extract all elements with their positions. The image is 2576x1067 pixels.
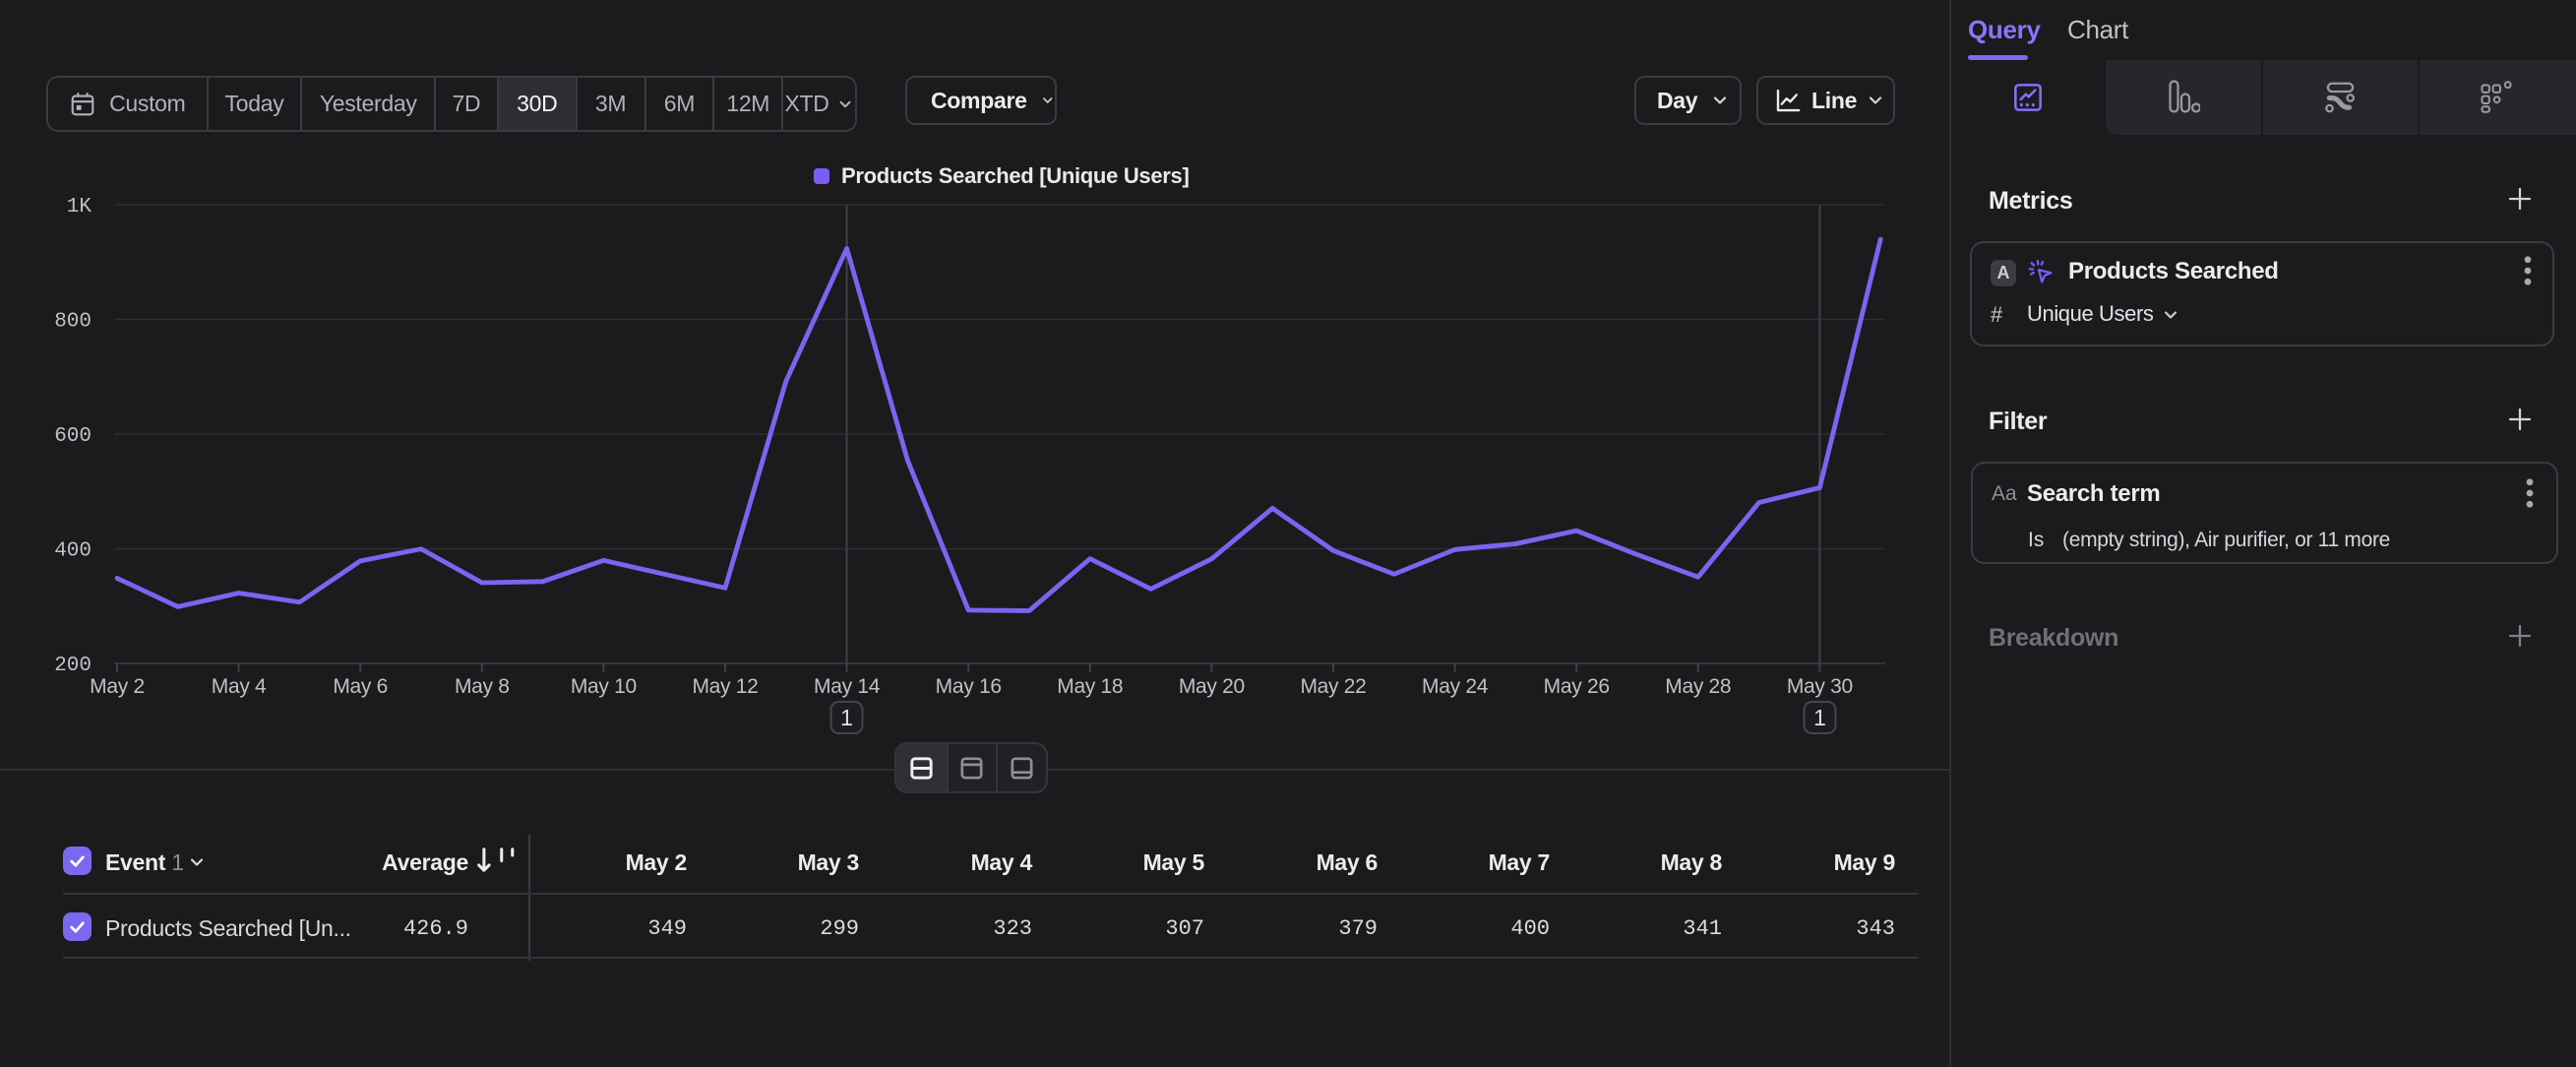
svg-text:May 6: May 6 xyxy=(333,675,388,698)
svg-text:May 10: May 10 xyxy=(571,675,637,698)
svg-text:May 8: May 8 xyxy=(455,675,510,698)
svg-text:May 28: May 28 xyxy=(1665,675,1731,698)
svg-text:May 20: May 20 xyxy=(1179,675,1245,698)
svg-text:May 4: May 4 xyxy=(212,675,267,698)
svg-text:May 30: May 30 xyxy=(1787,675,1853,698)
svg-text:1: 1 xyxy=(1813,705,1826,730)
svg-text:May 16: May 16 xyxy=(936,675,1002,698)
svg-text:600: 600 xyxy=(54,425,92,448)
svg-text:1: 1 xyxy=(840,705,853,730)
svg-text:May 14: May 14 xyxy=(814,675,881,698)
svg-text:200: 200 xyxy=(54,655,92,677)
svg-text:May 12: May 12 xyxy=(692,675,758,698)
svg-text:May 22: May 22 xyxy=(1300,675,1366,698)
svg-text:1K: 1K xyxy=(67,196,92,219)
svg-text:May 24: May 24 xyxy=(1422,675,1489,698)
svg-text:May 18: May 18 xyxy=(1057,675,1123,698)
svg-text:May 26: May 26 xyxy=(1544,675,1610,698)
svg-text:800: 800 xyxy=(54,311,92,334)
svg-text:400: 400 xyxy=(54,540,92,563)
svg-text:May 2: May 2 xyxy=(90,675,145,698)
